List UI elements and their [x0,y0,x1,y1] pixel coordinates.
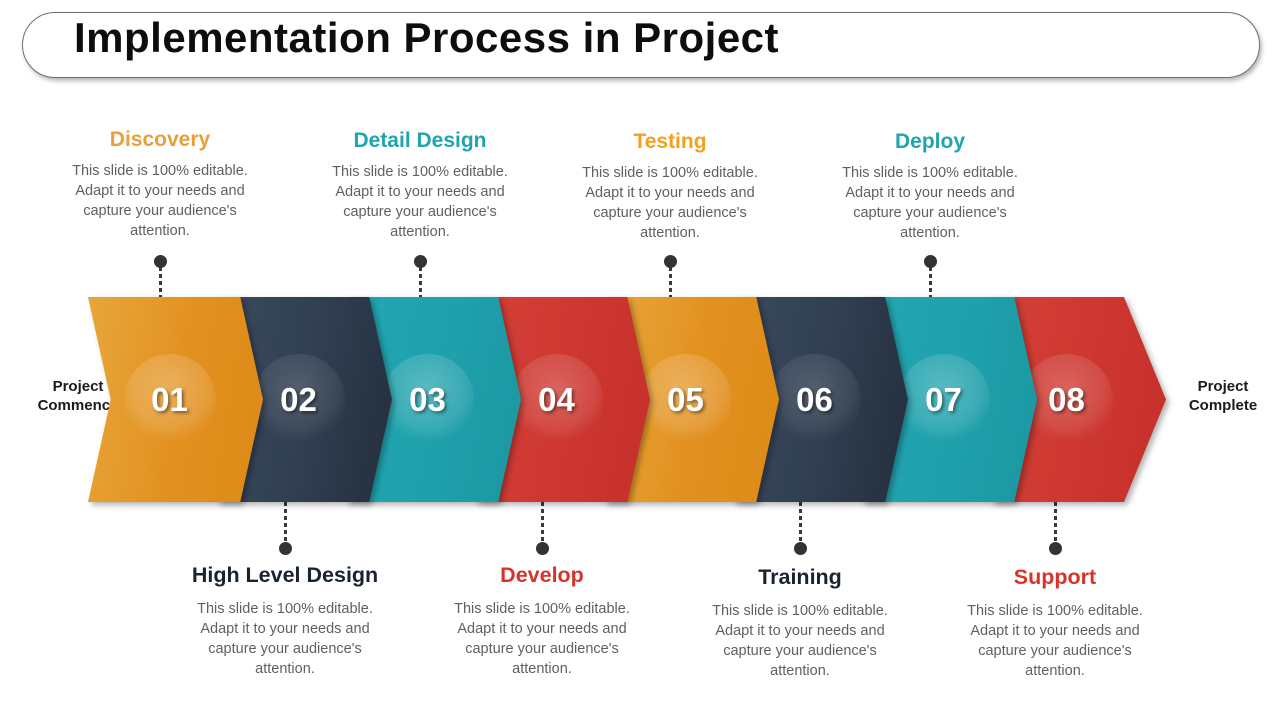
step-number-badge: 07 [897,353,990,446]
step-description: This slide is 100% editable. Adapt it to… [967,602,1143,679]
step-number: 01 [151,380,188,418]
step-connector-line [923,255,937,297]
step-description: This slide is 100% editable. Adapt it to… [842,165,1018,242]
project-complete-line1: Project [1197,378,1249,395]
connector-dot [153,255,167,268]
step-connector-line [278,502,292,555]
step-number: 05 [667,380,704,418]
step-description: This slide is 100% editable. Adapt it to… [582,165,758,242]
step-number-badge: 06 [768,353,861,446]
step-callout: Deploy This slide is 100% editable. Adapt… [822,130,1038,243]
step-callout: Develop This slide is 100% editable. Adap… [434,563,650,679]
step-connector-line [413,255,427,297]
step-description: This slide is 100% editable. Adapt it to… [712,602,888,679]
connector-dot [923,255,937,268]
page-title: Implementation Process in Project [74,14,780,61]
step-number: 03 [409,380,446,418]
step-number: 07 [925,380,962,418]
step-callout: Support This slide is 100% editable. Adap… [947,565,1163,681]
step-connector-line [793,502,807,555]
step-label[interactable]: Support [947,565,1163,590]
step-label[interactable]: Discovery [52,128,268,152]
project-complete-line2: Complete [1188,397,1258,415]
connector-dot [535,542,549,555]
step-number-badge: 04 [510,353,603,446]
step-connector-line [1048,502,1062,555]
connector-dot [413,255,427,268]
connector-dot [663,255,677,268]
process-step-chevron[interactable]: 01 [88,297,263,502]
step-label[interactable]: Testing [562,130,778,154]
step-connector-line [535,502,549,555]
step-number: 08 [1048,380,1085,418]
step-callout: High Level Design This slide is 100% edit… [177,563,393,679]
step-label[interactable]: Deploy [822,130,1038,154]
project-complete-label: Project Complete [1166,377,1280,415]
step-number: 06 [796,380,833,418]
step-number: 02 [280,380,317,418]
connector-dot [1048,542,1062,555]
step-number-badge: 02 [252,353,345,446]
step-description: This slide is 100% editable. Adapt it to… [197,600,373,677]
connector-dot [793,542,807,555]
step-callout: Training This slide is 100% editable. Ada… [692,565,908,681]
step-number-badge: 03 [381,353,474,446]
slide-canvas: Implementation Process in Project 01 02 03… [0,0,1280,720]
step-number-badge: 05 [639,353,732,446]
step-number: 04 [538,380,575,418]
step-callout: Discovery This slide is 100% editable. Ad… [52,128,268,241]
step-callout: Detail Design This slide is 100% editable… [312,129,528,242]
step-label[interactable]: Detail Design [312,129,528,153]
process-chevron-band: 01 02 03 04 05 06 07 08 [88,297,1166,502]
step-connector-line [153,255,167,297]
step-description: This slide is 100% editable. Adapt it to… [72,163,248,240]
step-label[interactable]: Training [692,565,908,590]
step-label[interactable]: Develop [434,563,650,588]
connector-dot [278,542,292,555]
step-number-badge: 01 [123,353,216,446]
step-callout: Testing This slide is 100% editable. Adap… [562,130,778,243]
step-label[interactable]: High Level Design [177,563,393,588]
step-description: This slide is 100% editable. Adapt it to… [454,600,630,677]
step-description: This slide is 100% editable. Adapt it to… [332,164,508,241]
step-connector-line [663,255,677,297]
